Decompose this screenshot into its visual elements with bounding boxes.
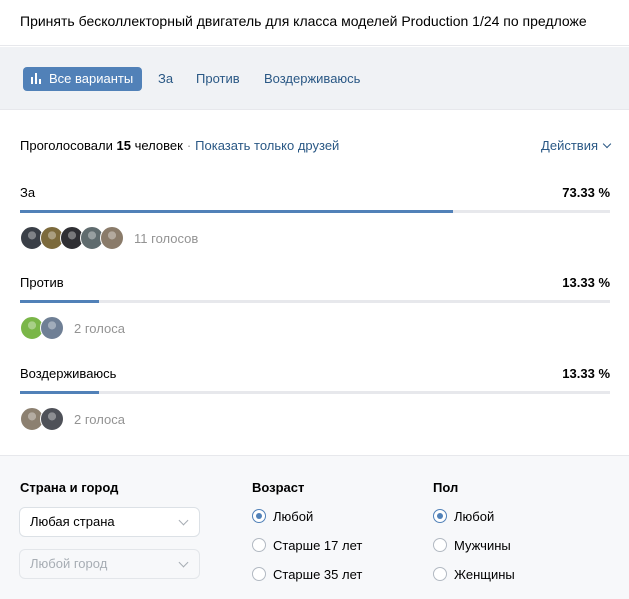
actions-label: Действия [541, 138, 598, 153]
option-vote-count[interactable]: 2 голоса [74, 412, 125, 427]
poll-tabs: Все варианты За Против Воздерживаюсь [0, 47, 629, 110]
city-select-placeholder: Любой город [30, 556, 108, 571]
voter-avatars[interactable] [20, 407, 64, 431]
option-percent: 13.33 % [562, 366, 610, 381]
age-filter-title: Возраст [252, 480, 305, 495]
option-voters[interactable]: 2 голоса [20, 407, 125, 431]
country-select-value: Любая страна [30, 514, 115, 529]
option-progress-fill [20, 210, 453, 213]
chevron-down-icon [602, 139, 612, 149]
option-voters[interactable]: 11 голосов [20, 226, 198, 250]
gender-radio-any[interactable]: Любой [433, 508, 494, 526]
age-radio-over-35[interactable]: Старше 35 лет [252, 566, 362, 584]
option-vote-count[interactable]: 11 голосов [134, 231, 198, 246]
voter-avatars[interactable] [20, 316, 64, 340]
actions-dropdown[interactable]: Действия [541, 138, 612, 153]
option-percent: 13.33 % [562, 275, 610, 290]
tab-abstain[interactable]: Воздерживаюсь [264, 67, 360, 91]
voter-avatar[interactable] [40, 407, 64, 431]
age-radio-label: Старше 35 лет [273, 567, 363, 582]
option-name: За [20, 185, 36, 200]
age-radio-label: Любой [273, 509, 314, 524]
gender-radio-male[interactable]: Мужчины [433, 537, 511, 555]
tab-against[interactable]: Против [196, 67, 240, 91]
summary-separator: · [186, 138, 192, 153]
chevron-down-icon [178, 515, 189, 526]
radio-icon [252, 538, 266, 552]
summary-suffix: человек [134, 138, 183, 153]
summary-prefix: Проголосовали [20, 138, 113, 153]
voter-avatars[interactable] [20, 226, 124, 250]
poll-header: Принять бесколлекторный двигатель для кл… [0, 0, 629, 46]
option-progress-fill [20, 391, 99, 394]
gender-radio-label: Мужчины [454, 538, 511, 553]
radio-icon [433, 509, 447, 523]
bar-chart-icon [31, 73, 43, 84]
gender-radio-female[interactable]: Женщины [433, 566, 515, 584]
gender-filter-title: Пол [433, 480, 459, 495]
option-progress-track [20, 391, 610, 394]
voter-avatar[interactable] [100, 226, 124, 250]
radio-icon [433, 567, 447, 581]
tab-all-options-label: Все варианты [49, 71, 134, 86]
country-select[interactable]: Любая страна [19, 507, 200, 537]
option-name: Воздерживаюсь [20, 366, 117, 381]
option-name: Против [20, 275, 64, 290]
radio-icon [433, 538, 447, 552]
option-progress-track [20, 300, 610, 303]
voter-avatar[interactable] [40, 316, 64, 340]
gender-radio-label: Женщины [454, 567, 515, 582]
tab-all-options[interactable]: Все варианты [23, 67, 143, 91]
city-select: Любой город [19, 549, 200, 579]
age-radio-over-17[interactable]: Старше 17 лет [252, 537, 362, 555]
age-radio-any[interactable]: Любой [252, 508, 313, 526]
gender-radio-label: Любой [454, 509, 495, 524]
option-progress-fill [20, 300, 99, 303]
poll-title: Принять бесколлекторный двигатель для кл… [20, 13, 587, 29]
votes-summary: Проголосовали 15 человек · Показать только… [20, 138, 339, 153]
tab-for[interactable]: За [158, 67, 173, 91]
location-filter-title: Страна и город [20, 480, 119, 495]
show-friends-link[interactable]: Показать только друзей [195, 138, 339, 153]
option-vote-count[interactable]: 2 голоса [74, 321, 125, 336]
age-radio-label: Старше 17 лет [273, 538, 363, 553]
voters-count: 15 [116, 138, 131, 153]
radio-icon [252, 567, 266, 581]
option-progress-track [20, 210, 610, 213]
option-voters[interactable]: 2 голоса [20, 316, 125, 340]
radio-icon [252, 509, 266, 523]
filters-panel: Страна и город Любая страна Любой город … [0, 455, 629, 599]
chevron-down-icon [178, 557, 189, 568]
option-percent: 73.33 % [562, 185, 610, 200]
